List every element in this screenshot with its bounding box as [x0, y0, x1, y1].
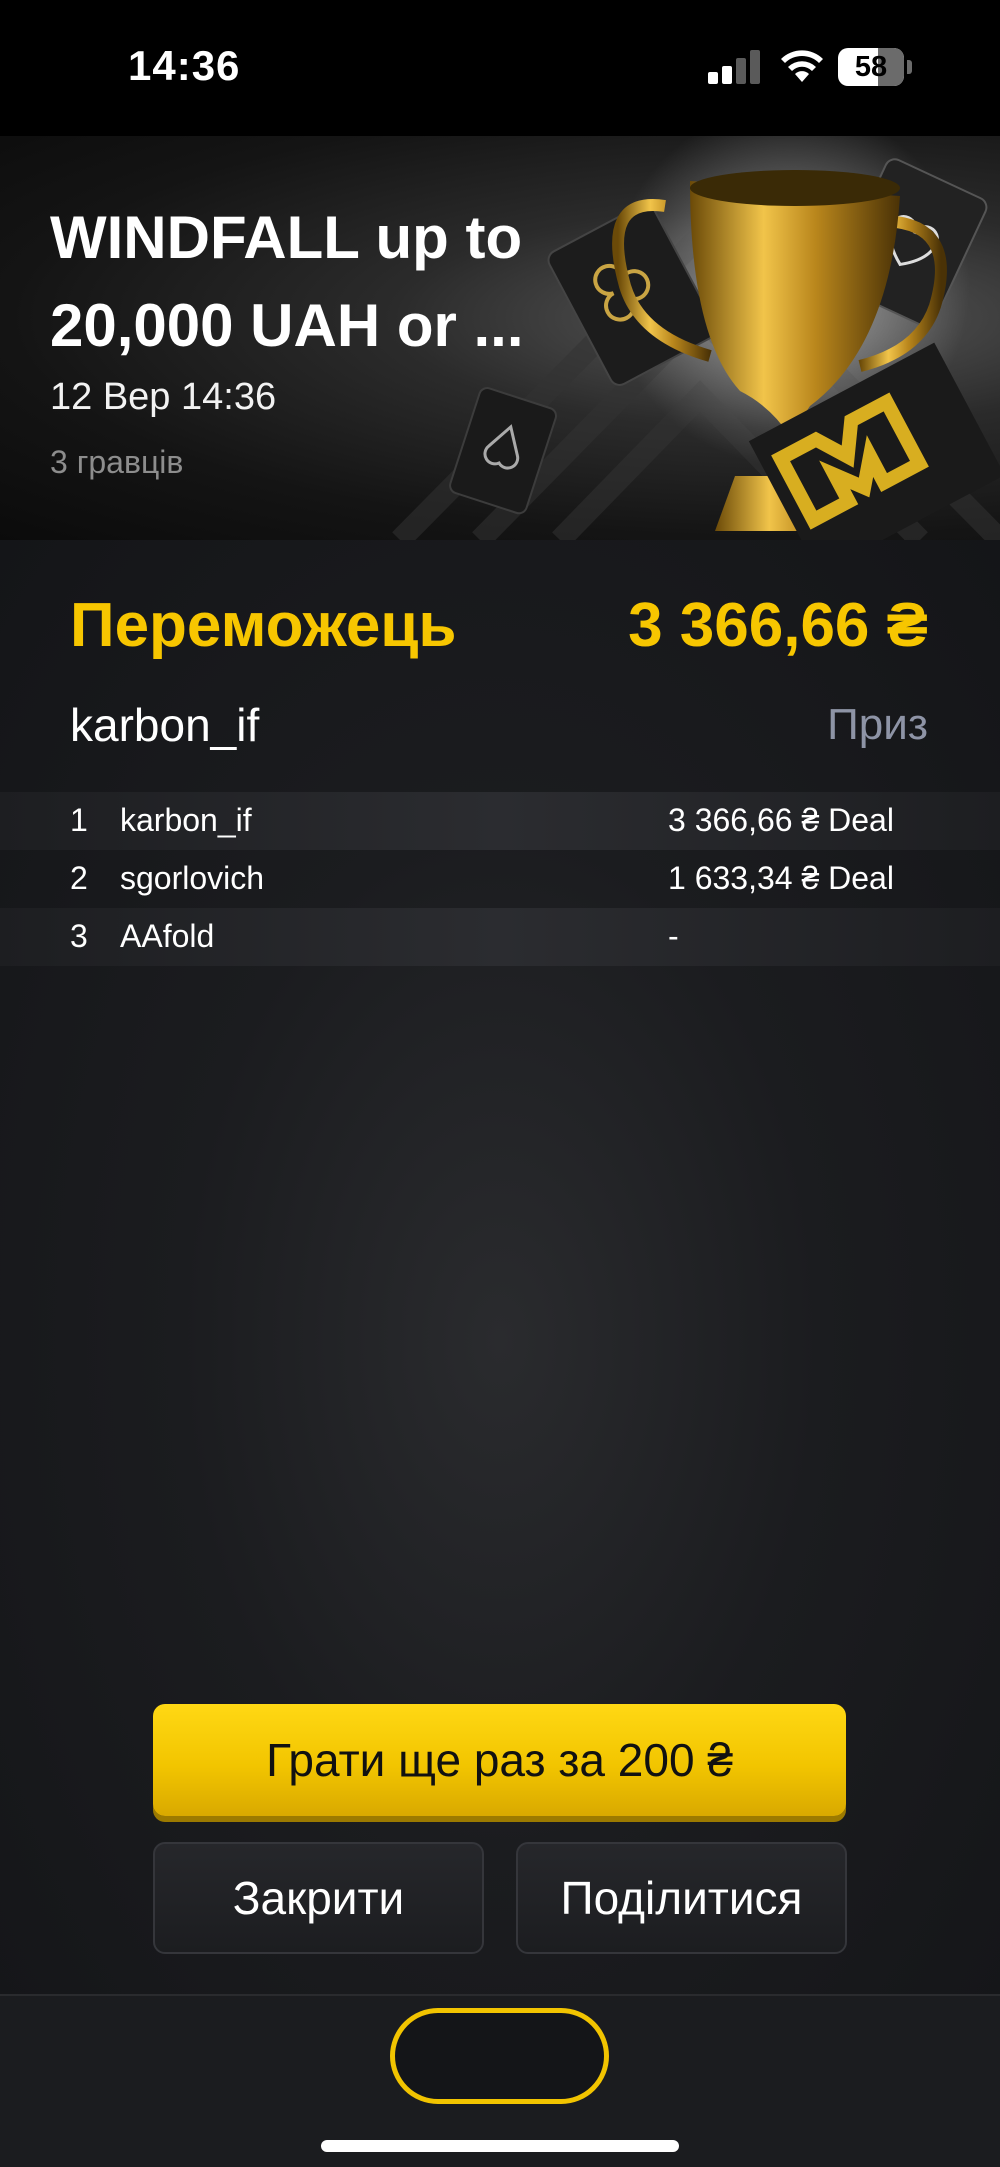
results-panel: Переможець 3 366,66 ₴ karbon_if Приз 1 k… [0, 540, 1000, 1994]
row-prize: 1 633,34 ₴ Deal [668, 860, 894, 896]
table-row: 2 sgorlovich 1 633,34 ₴ Deal [0, 850, 1000, 908]
tournament-banner: WINDFALL up to 20,000 UAH or ... 12 Вер … [0, 136, 1000, 540]
row-position: 1 [70, 802, 88, 838]
players-count: 3 гравців [50, 444, 184, 480]
table-row: 3 AAfold - [0, 908, 1000, 966]
row-position: 2 [70, 860, 88, 896]
home-indicator[interactable] [321, 2140, 679, 2152]
tournament-title: WINDFALL up to 20,000 UAH or ... [50, 204, 524, 359]
status-bar: 14:36 58 [0, 0, 1000, 136]
row-player-name: sgorlovich [120, 860, 265, 896]
wifi-icon [781, 50, 823, 82]
status-time: 14:36 [128, 42, 241, 89]
play-again-button[interactable]: Грати ще раз за 200 ₴ [153, 1704, 846, 1816]
row-position: 3 [70, 918, 88, 954]
bottom-bar [0, 1994, 1000, 2167]
share-button[interactable]: Поділитися [516, 1842, 847, 1954]
row-prize: - [668, 918, 679, 954]
winner-name: karbon_if [70, 699, 260, 751]
lobby-button[interactable] [390, 2008, 609, 2104]
prize-label: Приз [827, 700, 928, 749]
battery-icon: 58 [838, 48, 912, 86]
battery-level: 58 [854, 51, 888, 83]
row-prize: 3 366,66 ₴ Deal [668, 802, 894, 838]
row-player-name: karbon_if [120, 802, 252, 838]
tournament-date: 12 Вер 14:36 [50, 376, 277, 418]
table-row: 1 karbon_if 3 366,66 ₴ Deal [0, 792, 1000, 850]
cellular-signal-icon [708, 50, 762, 84]
winner-amount: 3 366,66 ₴ [628, 591, 928, 660]
winner-label: Переможець [70, 591, 457, 660]
close-button[interactable]: Закрити [153, 1842, 484, 1954]
results-table: 1 karbon_if 3 366,66 ₴ Deal 2 sgorlovich… [0, 792, 1000, 966]
row-player-name: AAfold [120, 918, 215, 954]
